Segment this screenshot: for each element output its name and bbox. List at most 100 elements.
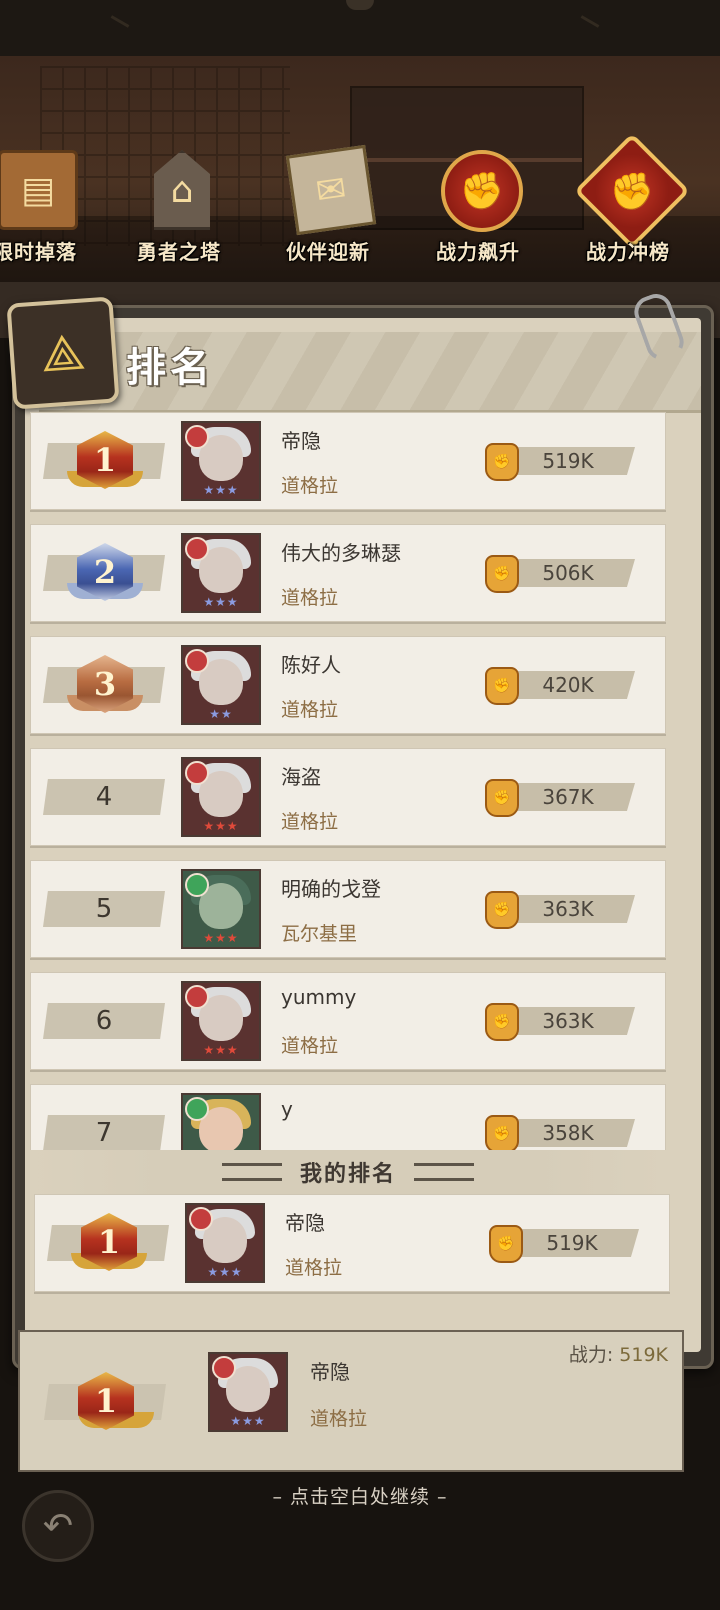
player-name: 伟大的多琳瑟: [281, 541, 401, 565]
faction-badge-icon: [189, 1207, 213, 1231]
tap-to-continue[interactable]: – 点击空白处继续 –: [0, 1482, 720, 1509]
power-value: 506K: [542, 561, 594, 585]
ranking-row[interactable]: 1 ★★★ 帝隐 道格拉 519K ✊: [30, 412, 666, 510]
decor-line: [110, 15, 130, 28]
hero-avatar[interactable]: ★★★: [181, 869, 261, 949]
power-value: 420K: [542, 673, 594, 697]
star-rating: ★★★: [230, 1414, 266, 1428]
rank-number: 4: [95, 782, 113, 812]
decor-lines: [414, 1163, 474, 1181]
my-rank-header: 我的排名: [30, 1150, 666, 1194]
hero-name: 道格拉: [281, 699, 339, 721]
fist-icon: ✊: [485, 667, 519, 705]
star-rating: ★★★: [203, 483, 239, 497]
tower-icon: ⌂: [154, 150, 210, 230]
power-label-text: 战力:: [568, 1344, 614, 1366]
player-name: y: [281, 1097, 293, 1121]
fist-icon: ✊: [485, 1003, 519, 1041]
faction-badge-icon: [185, 537, 209, 561]
star-rating: ★★★: [203, 1043, 239, 1057]
faction-badge-icon: [185, 985, 209, 1009]
ranking-row[interactable]: 5 ★★★ 明确的戈登 瓦尔基里 363K ✊: [30, 860, 666, 958]
fist-crest-icon: ✊: [574, 133, 690, 249]
power-value: 519K: [546, 1231, 598, 1255]
hero-avatar[interactable]: ★★★: [181, 981, 261, 1061]
player-name: 海盗: [281, 765, 321, 789]
hero-name: 道格拉: [281, 475, 339, 497]
faction-badge-icon: [185, 425, 209, 449]
top-bar: [0, 0, 720, 58]
fist-icon: ✊: [441, 150, 523, 232]
fist-icon: ✊: [489, 1225, 523, 1263]
nav-label: 战力冲榜: [586, 240, 670, 264]
hero-name: 道格拉: [281, 587, 339, 609]
hero-name: 道格拉: [285, 1257, 343, 1279]
player-name: 陈好人: [281, 653, 341, 677]
hero-avatar[interactable]: ★★★: [185, 1203, 265, 1283]
nav-power-surge[interactable]: ✊ 战力飙升: [403, 130, 553, 280]
hero-avatar[interactable]: ★★★: [181, 757, 261, 837]
power-value: 363K: [542, 1009, 594, 1033]
star-rating: ★★★: [207, 1265, 243, 1279]
nav-partner-welcome[interactable]: ✉ 伙伴迎新: [253, 130, 403, 280]
faction-badge-icon: [185, 1097, 209, 1121]
hero-avatar[interactable]: [181, 1093, 261, 1150]
power-label: 战力: 519K: [569, 1340, 668, 1367]
player-name: 帝隐: [310, 1360, 350, 1384]
power-value: 367K: [542, 785, 594, 809]
hero-avatar[interactable]: ★★: [181, 645, 261, 725]
decor-line: [580, 15, 600, 28]
back-arrow-icon: ↶: [42, 1505, 74, 1547]
hero-avatar[interactable]: ★★★: [181, 421, 261, 501]
nav-hero-tower[interactable]: ⌂ 勇者之塔: [104, 130, 254, 280]
treasure-box-icon: ▤: [0, 150, 78, 230]
ranking-emblem-icon: ⟁: [6, 296, 120, 410]
nav-limited-drop[interactable]: ▤ 限时掉落: [0, 130, 110, 280]
fist-icon: ✊: [485, 443, 519, 481]
faction-badge-icon: [212, 1356, 236, 1380]
nav-power-ranking[interactable]: ✊ 战力冲榜: [553, 130, 703, 280]
star-rating: ★★★: [203, 819, 239, 833]
ranking-row[interactable]: 4 ★★★ 海盗 道格拉 367K ✊: [30, 748, 666, 846]
decor-lines: [221, 1163, 282, 1181]
ranking-row[interactable]: 3 ★★ 陈好人 道格拉 420K ✊: [30, 636, 666, 734]
hero-avatar: ★★★: [208, 1352, 288, 1432]
nav-label: 勇者之塔: [137, 240, 221, 264]
rank-number: 6: [95, 1006, 113, 1036]
hero-name: 道格拉: [281, 811, 339, 833]
power-value: 358K: [542, 1121, 594, 1145]
hero-name: 瓦尔基里: [281, 923, 358, 945]
fist-icon: ✊: [485, 891, 519, 929]
power-label-value: 519K: [619, 1344, 668, 1366]
hero-avatar[interactable]: ★★★: [181, 533, 261, 613]
ranking-row[interactable]: 6 ★★★ yummy 道格拉 363K ✊: [30, 972, 666, 1070]
my-rank-row[interactable]: 1 ★★★ 帝隐 道格拉 519K ✊: [34, 1194, 670, 1292]
player-name: yummy: [281, 985, 357, 1009]
nav-label: 限时掉落: [0, 240, 77, 264]
event-nav: ▤ 限时掉落 ⌂ 勇者之塔 ✉ 伙伴迎新 ✊ 战力飙升 ✊ 战力冲榜: [0, 130, 720, 280]
nav-label: 战力飙升: [436, 240, 520, 264]
power-value: 363K: [542, 897, 594, 921]
panel-title: 排名: [126, 345, 214, 391]
ranking-row[interactable]: 7 y 358K ✊: [30, 1084, 666, 1150]
power-value: 519K: [542, 449, 594, 473]
ranking-row[interactable]: 2 ★★★ 伟大的多琳瑟 道格拉 506K ✊: [30, 524, 666, 622]
top-notch: [346, 0, 374, 10]
rank-number: 5: [95, 894, 113, 924]
nav-label: 伙伴迎新: [286, 240, 370, 264]
back-button[interactable]: ↶: [22, 1490, 94, 1562]
player-name: 帝隐: [285, 1211, 325, 1235]
faction-badge-icon: [185, 649, 209, 673]
hero-name: 道格拉: [281, 1035, 339, 1057]
book-icon: ✉: [285, 144, 377, 236]
my-rank-title: 我的排名: [299, 1162, 396, 1187]
faction-badge-icon: [185, 761, 209, 785]
player-name: 明确的戈登: [281, 877, 381, 901]
star-rating: ★★: [209, 707, 233, 721]
star-rating: ★★★: [203, 595, 239, 609]
fist-icon: ✊: [485, 1115, 519, 1150]
background-rank-card: 战力: 519K 1 ★★★ 帝隐 道格拉: [18, 1330, 684, 1472]
ranking-list[interactable]: 1 ★★★ 帝隐 道格拉 519K ✊ 2 ★★★ 伟大的多琳瑟 道格拉 506…: [30, 412, 666, 1150]
fist-icon: ✊: [485, 779, 519, 817]
hero-name: 道格拉: [310, 1408, 368, 1430]
